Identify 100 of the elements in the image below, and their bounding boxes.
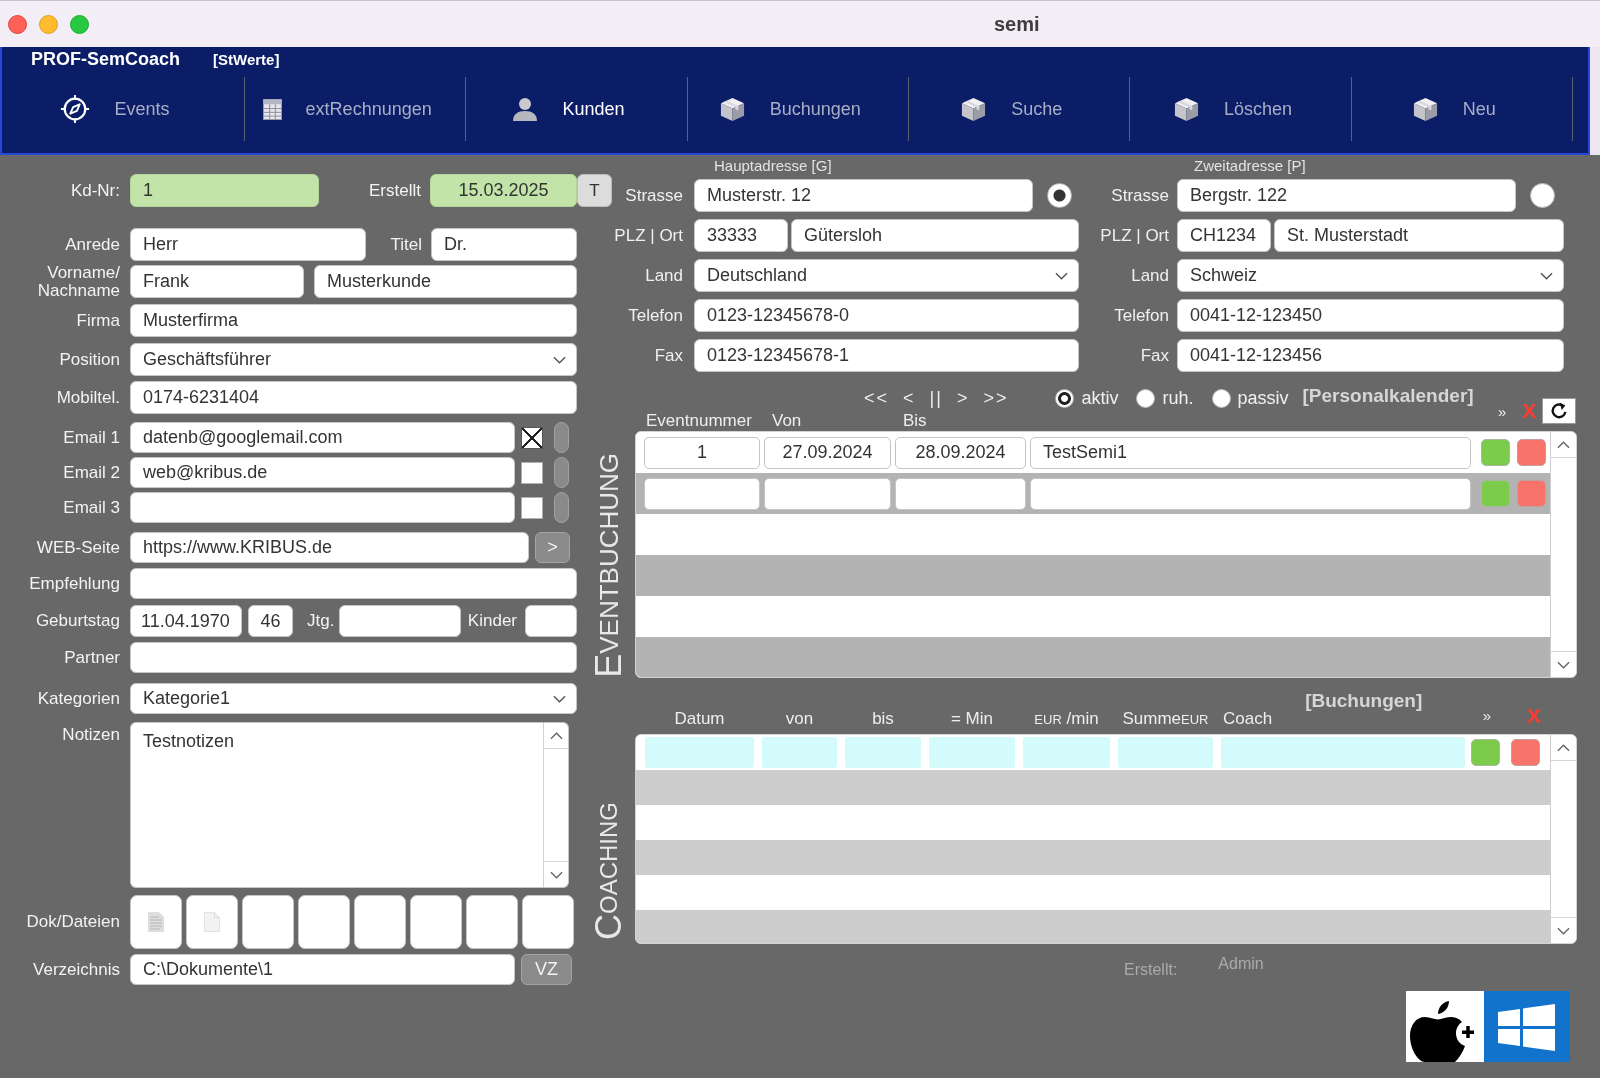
radio-label[interactable]: ruh. xyxy=(1162,387,1194,409)
document-slot[interactable] xyxy=(186,895,238,949)
radio-button[interactable] xyxy=(1047,183,1072,208)
minimize-button[interactable] xyxy=(39,14,58,34)
radio-button[interactable] xyxy=(1211,388,1231,408)
radio-label[interactable]: passiv xyxy=(1237,387,1289,409)
age-field[interactable]: 46 xyxy=(248,605,293,637)
zoom-button[interactable] xyxy=(70,14,89,34)
radio-button[interactable] xyxy=(1055,388,1075,408)
nav-tab[interactable]: Suche xyxy=(909,77,1131,141)
document-slot[interactable] xyxy=(298,895,350,949)
close-button[interactable] xyxy=(8,14,27,34)
street-field[interactable]: Bergstr. 122 xyxy=(1177,179,1516,212)
start-date-field[interactable]: 27.09.2024 xyxy=(764,436,891,469)
nav-tab[interactable]: Löschen xyxy=(1130,77,1352,141)
refresh-button[interactable] xyxy=(1542,398,1577,424)
salutation-field[interactable]: Herr xyxy=(130,228,366,261)
coaching-input-field[interactable] xyxy=(762,737,837,768)
email-field[interactable]: datenb@googlemail.com xyxy=(130,422,515,453)
notes-field[interactable]: Testnotizen xyxy=(130,722,543,888)
remove-button[interactable] xyxy=(1511,739,1540,766)
website-field[interactable]: https://www.KRIBUS.de xyxy=(130,532,529,563)
category-select[interactable]: Kategorie1 xyxy=(130,683,577,714)
radio-label[interactable]: aktiv xyxy=(1081,387,1119,409)
referral-field[interactable] xyxy=(130,568,577,599)
coaching-input-field[interactable] xyxy=(645,737,754,768)
calendar-link[interactable]: [Personalkalender] xyxy=(1302,385,1474,407)
email-field[interactable]: web@kribus.de xyxy=(130,457,515,488)
nav-tab[interactable]: extRechnungen xyxy=(245,77,467,141)
bookings-link[interactable]: [Buchungen] xyxy=(1305,690,1423,712)
end-date-field[interactable]: 28.09.2024 xyxy=(895,436,1026,469)
phone-field[interactable]: 0041-12-123450 xyxy=(1177,299,1564,332)
radio-button[interactable] xyxy=(1530,183,1555,208)
phone-field[interactable]: 0123-12345678-0 xyxy=(694,299,1079,332)
first-name-field[interactable]: Frank xyxy=(130,265,304,298)
settings-link[interactable]: [StWerte] xyxy=(213,51,280,68)
company-field[interactable]: Musterfirma xyxy=(130,304,577,337)
nav-tab[interactable]: Buchungen xyxy=(687,77,909,141)
document-slot[interactable] xyxy=(522,895,574,949)
fax-field[interactable]: 0041-12-123456 xyxy=(1177,339,1564,372)
birthday-field[interactable]: 11.04.1970 xyxy=(130,605,242,637)
city-field[interactable]: Gütersloh xyxy=(791,219,1079,252)
email-send-button[interactable] xyxy=(554,457,569,488)
document-slot[interactable] xyxy=(354,895,406,949)
nav-tab[interactable]: Kunden xyxy=(466,77,688,141)
coaching-input-field[interactable] xyxy=(929,737,1015,768)
today-button[interactable]: T xyxy=(577,174,612,207)
directory-field[interactable]: C:\Dokumente\1 xyxy=(130,954,515,985)
postal-code-field[interactable]: CH1234 xyxy=(1177,219,1271,252)
apply-button[interactable] xyxy=(1481,439,1510,466)
pager-button[interactable]: << xyxy=(857,387,897,409)
position-select[interactable]: Geschäftsführer xyxy=(130,343,577,376)
email-send-button[interactable] xyxy=(554,492,569,523)
document-slot[interactable] xyxy=(130,895,182,949)
remove-button[interactable] xyxy=(1517,439,1546,466)
children-field[interactable] xyxy=(525,605,577,637)
document-slot[interactable] xyxy=(466,895,518,949)
scrollbar[interactable] xyxy=(1550,735,1576,943)
document-slot[interactable] xyxy=(242,895,294,949)
apply-button[interactable] xyxy=(1471,739,1500,766)
pager-button[interactable]: < xyxy=(896,387,923,409)
fax-field[interactable]: 0123-12345678-1 xyxy=(694,339,1079,372)
coaching-input-field[interactable] xyxy=(1118,737,1213,768)
pager-button[interactable]: >> xyxy=(976,387,1016,409)
nav-tab[interactable]: Events xyxy=(2,77,245,141)
mobile-phone-field[interactable]: 0174-6231404 xyxy=(130,381,577,414)
title-field[interactable]: Dr. xyxy=(431,228,577,261)
pager-button[interactable]: || xyxy=(922,387,950,409)
country-select[interactable]: Schweiz xyxy=(1177,259,1564,292)
nav-tab[interactable]: Neu xyxy=(1351,77,1573,141)
created-date-field[interactable]: 15.03.2025 xyxy=(430,174,577,207)
event-number-field[interactable]: 1 xyxy=(644,436,760,469)
country-select[interactable]: Deutschland xyxy=(694,259,1079,292)
apply-button[interactable] xyxy=(1481,480,1510,507)
end-date-field[interactable] xyxy=(895,477,1026,510)
document-slot[interactable] xyxy=(410,895,462,949)
event-number-field[interactable] xyxy=(644,477,760,510)
anniversary-field[interactable] xyxy=(339,605,461,637)
city-field[interactable]: St. Musterstadt xyxy=(1274,219,1564,252)
event-title-field[interactable]: TestSemi1 xyxy=(1030,436,1471,469)
checkbox[interactable] xyxy=(521,426,543,449)
partner-field[interactable] xyxy=(130,642,577,673)
street-field[interactable]: Musterstr. 12 xyxy=(694,179,1033,212)
start-date-field[interactable] xyxy=(764,477,891,510)
scrollbar[interactable] xyxy=(543,722,569,888)
coaching-input-field[interactable] xyxy=(1023,737,1110,768)
postal-code-field[interactable]: 33333 xyxy=(694,219,788,252)
expand-link[interactable]: » xyxy=(1482,707,1491,729)
checkbox[interactable] xyxy=(521,496,543,519)
customer-number-field[interactable]: 1 xyxy=(130,174,319,207)
checkbox[interactable] xyxy=(521,461,543,484)
expand-link[interactable]: » xyxy=(1498,402,1507,420)
event-title-field[interactable] xyxy=(1030,477,1471,510)
last-name-field[interactable]: Musterkunde xyxy=(314,265,577,298)
email-send-button[interactable] xyxy=(554,422,569,453)
coaching-input-field[interactable] xyxy=(1221,737,1465,768)
scrollbar[interactable] xyxy=(1550,432,1576,677)
coaching-input-field[interactable] xyxy=(845,737,921,768)
pager-button[interactable]: > xyxy=(949,387,977,409)
remove-button[interactable] xyxy=(1517,480,1546,507)
